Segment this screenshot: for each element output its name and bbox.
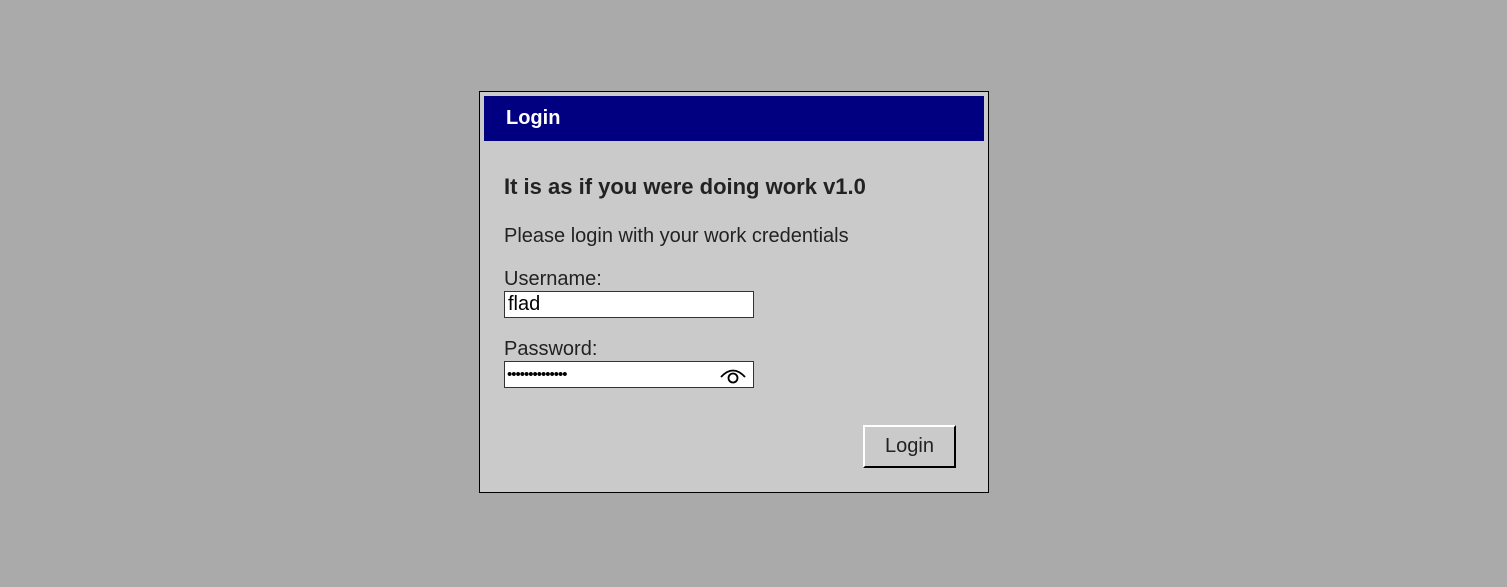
password-masked-value: •••••••••••••• xyxy=(507,366,568,383)
app-heading: It is as if you were doing work v1.0 xyxy=(504,174,866,199)
login-instructions: Please login with your work credentials xyxy=(504,225,849,247)
dialog-title: Login xyxy=(506,107,561,129)
login-dialog: Login It is as if you were doing work v1… xyxy=(479,91,989,493)
username-field-box xyxy=(504,291,754,318)
dialog-titlebar: Login xyxy=(484,96,984,141)
username-input[interactable] xyxy=(505,292,721,317)
eye-icon[interactable] xyxy=(719,364,747,385)
password-field[interactable]: •••••••••••••• xyxy=(504,361,754,388)
login-button[interactable]: Login xyxy=(863,425,956,468)
username-label: Username: xyxy=(504,268,602,290)
password-label: Password: xyxy=(504,338,598,360)
